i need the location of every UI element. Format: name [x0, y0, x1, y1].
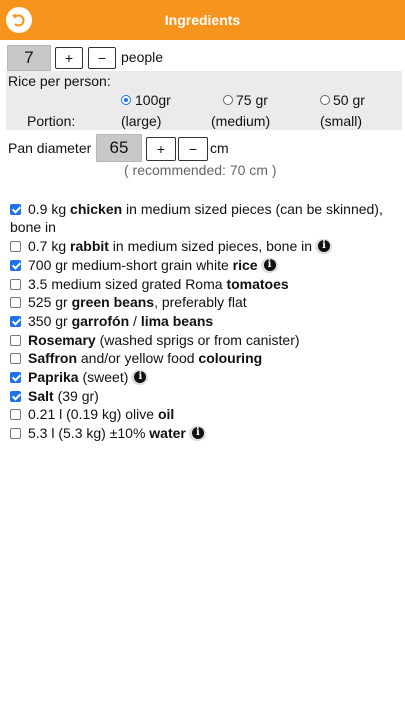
portion-radio-medium[interactable]	[223, 95, 233, 105]
pan-decrement-button[interactable]: −	[178, 137, 208, 161]
ingredient-item: 0.21 l (0.19 kg) olive oil	[10, 405, 402, 423]
ingredient-item: Saffron and/or yellow food colouring	[10, 349, 402, 367]
pan-diameter-label: Pan diameter	[8, 140, 92, 156]
app-header: Ingredients	[0, 0, 405, 40]
people-count-field[interactable]: 7	[7, 45, 51, 71]
pan-increment-button[interactable]: +	[146, 137, 176, 161]
ingredient-item: Paprika (sweet)	[10, 368, 402, 386]
ingredient-checkbox[interactable]	[10, 409, 21, 420]
ingredient-checkbox[interactable]	[10, 335, 21, 346]
portion-option-size: (small)	[320, 113, 362, 129]
ingredient-item: 525 gr green beans, preferably flat	[10, 293, 402, 311]
ingredient-checkbox[interactable]	[10, 372, 21, 383]
ingredient-item: 0.7 kg rabbit in medium sized pieces, bo…	[10, 237, 402, 255]
ingredient-item: Rosemary (washed sprigs or from canister…	[10, 331, 402, 349]
ingredient-item: 5.3 l (5.3 kg) ±10% water	[10, 424, 402, 442]
info-icon[interactable]	[260, 258, 278, 273]
portion-option-size: (large)	[121, 113, 162, 129]
portion-radio-small[interactable]	[320, 95, 330, 105]
pan-recommended-note: ( recommended: 70 cm )	[124, 162, 277, 178]
portion-option-amount[interactable]: 75 gr	[236, 92, 268, 108]
ingredient-checkbox[interactable]	[10, 391, 21, 402]
ingredient-checkbox[interactable]	[10, 241, 21, 252]
ingredient-checkbox[interactable]	[10, 316, 21, 327]
info-icon[interactable]	[131, 370, 149, 385]
info-icon[interactable]	[188, 426, 206, 441]
ingredient-item: 350 gr garrofón / lima beans	[10, 312, 402, 330]
info-icon[interactable]	[315, 239, 333, 254]
ingredient-item: 0.9 kg chicken in medium sized pieces (c…	[10, 201, 383, 235]
people-increment-button[interactable]: +	[55, 47, 83, 69]
people-unit-label: people	[121, 49, 164, 65]
ingredient-item: 700 gr medium-short grain white rice	[10, 256, 402, 274]
pan-diameter-field[interactable]: 65	[96, 134, 142, 162]
portion-option-amount[interactable]: 100gr	[135, 92, 171, 108]
ingredient-checkbox[interactable]	[10, 204, 21, 215]
portion-option-amount[interactable]: 50 gr	[333, 92, 365, 108]
ingredient-item: 3.5 medium sized grated Roma tomatoes	[10, 275, 402, 293]
ingredient-checkbox[interactable]	[10, 260, 21, 271]
page-title: Ingredients	[164, 12, 241, 28]
portion-option-size: (medium)	[211, 113, 271, 129]
portion-radio-large[interactable]	[121, 95, 131, 105]
ingredient-checkbox[interactable]	[10, 353, 21, 364]
pan-unit-label: cm	[210, 140, 229, 156]
rice-per-person-label: Rice per person:	[8, 73, 111, 89]
ingredient-item: Salt (39 gr)	[10, 387, 402, 405]
ingredient-checkbox[interactable]	[10, 279, 21, 290]
people-decrement-button[interactable]: −	[88, 47, 116, 69]
ingredient-checkbox[interactable]	[10, 428, 21, 439]
ingredient-checkbox[interactable]	[10, 297, 21, 308]
portion-label: Portion:	[27, 113, 76, 129]
